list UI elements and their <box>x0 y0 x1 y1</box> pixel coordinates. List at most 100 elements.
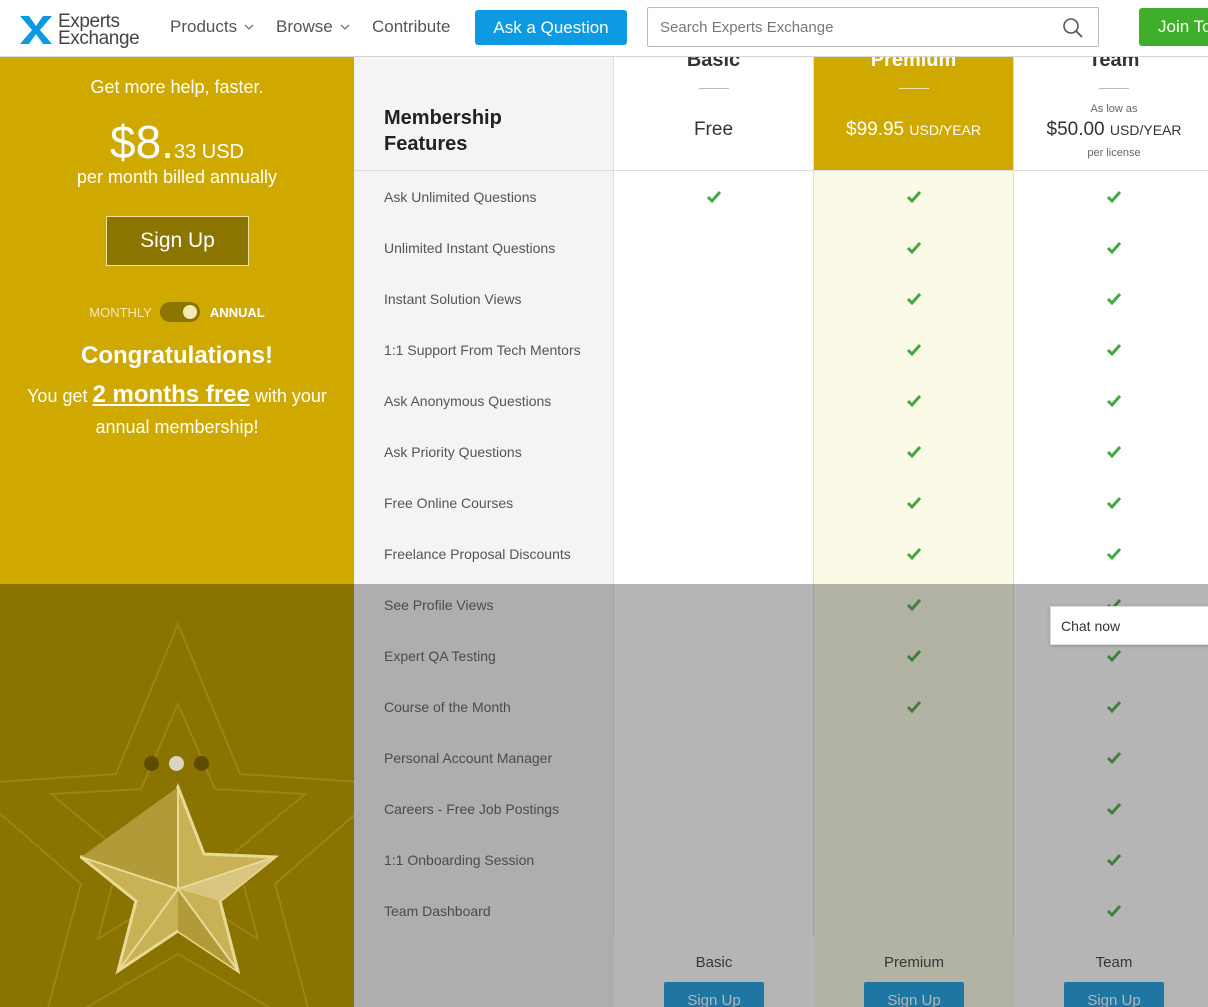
promo-billing: per month billed annually <box>76 167 278 187</box>
nav-contribute[interactable]: Contribute <box>372 17 450 37</box>
promo-price: $8.33 USD <box>110 116 244 168</box>
feature-name: Careers - Free Job Postings <box>354 783 614 834</box>
basic-signup-button[interactable]: Sign Up <box>664 982 764 1007</box>
table-row: 1:1 Onboarding Session <box>354 834 1208 885</box>
footer-team: Team Sign Up <box>1014 936 1208 1007</box>
check-icon <box>1106 241 1122 254</box>
search-icon[interactable] <box>1062 17 1084 39</box>
feature-premium-cell <box>814 528 1014 579</box>
feature-team-cell <box>1014 273 1208 324</box>
feature-premium-cell <box>814 477 1014 528</box>
promo-signup-button[interactable]: Sign Up <box>106 216 249 266</box>
feature-team-cell <box>1014 375 1208 426</box>
billing-switch[interactable] <box>159 302 200 322</box>
check-icon <box>1106 190 1122 203</box>
feature-name: See Profile Views <box>354 579 614 630</box>
toggle-annual-label[interactable]: ANNUAL <box>210 305 265 320</box>
feature-name: 1:1 Onboarding Session <box>354 834 614 885</box>
ask-question-button[interactable]: Ask a Question <box>475 10 627 45</box>
chevron-down-icon <box>340 24 350 30</box>
feature-name: Freelance Proposal Discounts <box>354 528 614 579</box>
feature-basic-cell <box>614 273 814 324</box>
plan-premium-price: $99.95 USD/YEAR <box>846 119 981 140</box>
feature-premium-cell <box>814 426 1014 477</box>
feature-basic-cell <box>614 324 814 375</box>
toggle-monthly-label[interactable]: MONTHLY <box>89 305 152 320</box>
feature-premium-cell <box>814 171 1014 222</box>
search-box <box>647 7 1099 47</box>
footer-team-name: Team <box>1095 954 1133 971</box>
check-icon <box>906 496 921 509</box>
promo-carousel <box>0 584 354 1007</box>
feature-basic-cell <box>614 375 814 426</box>
carousel-dot-2[interactable] <box>169 756 184 771</box>
plan-premium-header: Premium $99.95 USD/YEAR <box>814 49 1014 171</box>
check-icon <box>1106 802 1122 815</box>
feature-name: Free Online Courses <box>354 477 614 528</box>
feature-team-cell <box>1014 783 1208 834</box>
check-icon <box>1106 343 1122 356</box>
footer-spacer <box>354 936 614 1007</box>
feature-name: 1:1 Support From Tech Mentors <box>354 324 614 375</box>
table-row: Team Dashboard <box>354 885 1208 936</box>
carousel-dot-1[interactable] <box>144 756 159 771</box>
billing-toggle: MONTHLY ANNUAL <box>0 302 354 322</box>
team-signup-button[interactable]: Sign Up <box>1064 982 1164 1007</box>
feature-basic-cell <box>614 732 814 783</box>
plan-team-price: $50.00 USD/YEAR <box>1046 119 1182 140</box>
feature-team-cell <box>1014 834 1208 885</box>
check-icon <box>1106 292 1122 305</box>
check-icon <box>906 598 921 611</box>
feature-team-cell <box>1014 681 1208 732</box>
feature-premium-cell <box>814 885 1014 936</box>
check-icon <box>906 190 921 203</box>
feature-team-cell <box>1014 222 1208 273</box>
check-icon <box>906 343 921 356</box>
promo-panel: Get more help, faster. $8.33 USD per mon… <box>0 57 354 584</box>
check-icon <box>1106 904 1122 917</box>
check-icon <box>906 241 921 254</box>
feature-name: Team Dashboard <box>354 885 614 936</box>
feature-team-cell <box>1014 324 1208 375</box>
search-input[interactable] <box>660 17 1050 37</box>
join-button[interactable]: Join To <box>1139 8 1208 46</box>
features-header: Membership Features <box>354 57 614 171</box>
carousel-dot-3[interactable] <box>194 756 209 771</box>
feature-name: Instant Solution Views <box>354 273 614 324</box>
experts-exchange-logo[interactable]: Experts Exchange <box>18 10 148 50</box>
nav-products[interactable]: Products <box>170 17 254 37</box>
footer-basic-name: Basic <box>695 954 733 971</box>
logo-x-icon <box>20 16 52 44</box>
feature-team-cell <box>1014 528 1208 579</box>
feature-premium-cell <box>814 579 1014 630</box>
feature-basic-cell <box>614 681 814 732</box>
feature-basic-cell <box>614 783 814 834</box>
feature-premium-cell <box>814 630 1014 681</box>
chat-now-button[interactable]: Chat now <box>1050 606 1208 645</box>
table-row: Instant Solution Views <box>354 273 1208 324</box>
table-row: Ask Unlimited Questions <box>354 171 1208 222</box>
feature-team-cell <box>1014 426 1208 477</box>
logo-text: Experts Exchange <box>58 11 140 49</box>
table-row: 1:1 Support From Tech Mentors <box>354 324 1208 375</box>
footer-premium-name: Premium <box>883 954 944 971</box>
plan-basic-price: Free <box>693 119 734 140</box>
divider <box>1099 88 1129 89</box>
check-icon <box>1106 853 1122 866</box>
check-icon <box>906 649 921 662</box>
feature-premium-cell <box>814 222 1014 273</box>
switch-knob <box>182 305 197 319</box>
feature-basic-cell <box>614 885 814 936</box>
table-row: Careers - Free Job Postings <box>354 783 1208 834</box>
feature-premium-cell <box>814 783 1014 834</box>
chevron-down-icon <box>244 24 254 30</box>
nav-browse[interactable]: Browse <box>276 17 350 37</box>
check-icon <box>706 190 721 203</box>
premium-signup-button[interactable]: Sign Up <box>864 982 964 1007</box>
footer-basic: Basic Sign Up <box>614 936 814 1007</box>
check-icon <box>1106 751 1122 764</box>
plan-team-as-low: As low as <box>1090 103 1138 115</box>
feature-basic-cell <box>614 426 814 477</box>
feature-basic-cell <box>614 477 814 528</box>
table-row: Ask Anonymous Questions <box>354 375 1208 426</box>
